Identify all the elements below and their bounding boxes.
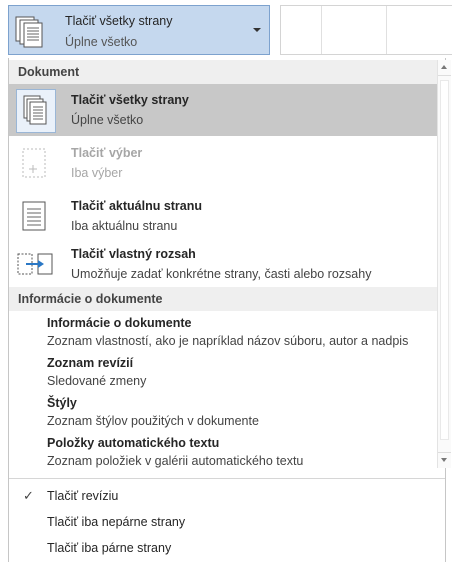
dropdown-subtitle: Úplne všetko xyxy=(65,35,138,49)
menu-item-title: Tlačiť všetky strany xyxy=(71,93,189,107)
option-label: Tlačiť iba párne strany xyxy=(47,541,172,555)
pages-stack-icon xyxy=(16,89,56,138)
checkmark-icon: ✓ xyxy=(23,488,34,503)
print-range-dropdown[interactable]: Tlačiť všetky strany Úplne všetko xyxy=(8,5,270,55)
option-print-odd-pages[interactable]: Tlačiť iba nepárne strany xyxy=(9,510,445,536)
menu-item-print-all[interactable]: Tlačiť všetky strany Úplne všetko xyxy=(9,84,445,136)
menu-item-print-custom-range[interactable]: Tlačiť vlastný rozsah Umožňuje zadať kon… xyxy=(9,238,445,290)
menu-item-desc: Úplne všetko xyxy=(71,113,144,127)
pages-stack-icon xyxy=(15,16,43,53)
menu-item-print-selection[interactable]: Tlačiť výber Iba výber xyxy=(9,137,445,189)
selection-page-icon xyxy=(16,145,56,190)
menu-item-desc: Zoznam vlastností, ako je napríklad názo… xyxy=(47,334,409,348)
menu-item-print-current[interactable]: Tlačiť aktuálnu stranu Iba aktuálnu stra… xyxy=(9,190,445,242)
option-label: Tlačiť iba nepárne strany xyxy=(47,515,186,529)
print-range-menu: Dokument Tlačiť všetky strany Úplne všet… xyxy=(8,58,451,562)
scroll-down-arrow-icon[interactable] xyxy=(438,452,451,468)
single-page-icon xyxy=(16,198,56,243)
menu-divider xyxy=(9,478,445,479)
option-print-even-pages[interactable]: Tlačiť iba párne strany xyxy=(9,536,445,562)
menu-scrollbar[interactable] xyxy=(437,60,451,468)
menu-item-desc: Zoznam položiek v galérii automatického … xyxy=(47,454,304,468)
section-header-document: Dokument xyxy=(9,60,445,84)
adjacent-field xyxy=(280,5,452,55)
menu-item-revision-list[interactable]: Zoznam revízií xyxy=(47,356,133,370)
scroll-up-arrow-icon[interactable] xyxy=(438,60,451,76)
menu-item-desc: Iba výber xyxy=(71,166,123,180)
section-header-info: Informácie o dokumente xyxy=(9,287,445,311)
scroll-thumb[interactable] xyxy=(440,80,449,440)
menu-item-desc: Zoznam štýlov použitých v dokumente xyxy=(47,414,259,428)
menu-item-desc: Iba aktuálnu stranu xyxy=(71,219,178,233)
chevron-down-icon xyxy=(253,28,261,32)
print-settings-bar: Tlačiť všetky strany Úplne všetko xyxy=(0,0,452,58)
dropdown-title: Tlačiť všetky strany xyxy=(65,14,173,28)
option-print-markup[interactable]: ✓ Tlačiť revíziu xyxy=(9,484,445,510)
menu-item-desc: Umožňuje zadať konkrétne strany, časti a… xyxy=(71,267,372,281)
menu-item-title: Tlačiť výber xyxy=(71,146,143,160)
menu-item-title: Tlačiť aktuálnu stranu xyxy=(71,199,203,213)
menu-item-autotext[interactable]: Položky automatického textu xyxy=(47,436,219,450)
option-label: Tlačiť revíziu xyxy=(47,489,119,503)
menu-item-desc: Sledované zmeny xyxy=(47,374,147,388)
menu-item-title: Tlačiť vlastný rozsah xyxy=(71,247,196,261)
menu-item-styles[interactable]: Štýly xyxy=(47,396,77,410)
page-range-icon xyxy=(16,246,56,291)
menu-item-document-info[interactable]: Informácie o dokumente xyxy=(47,316,191,330)
